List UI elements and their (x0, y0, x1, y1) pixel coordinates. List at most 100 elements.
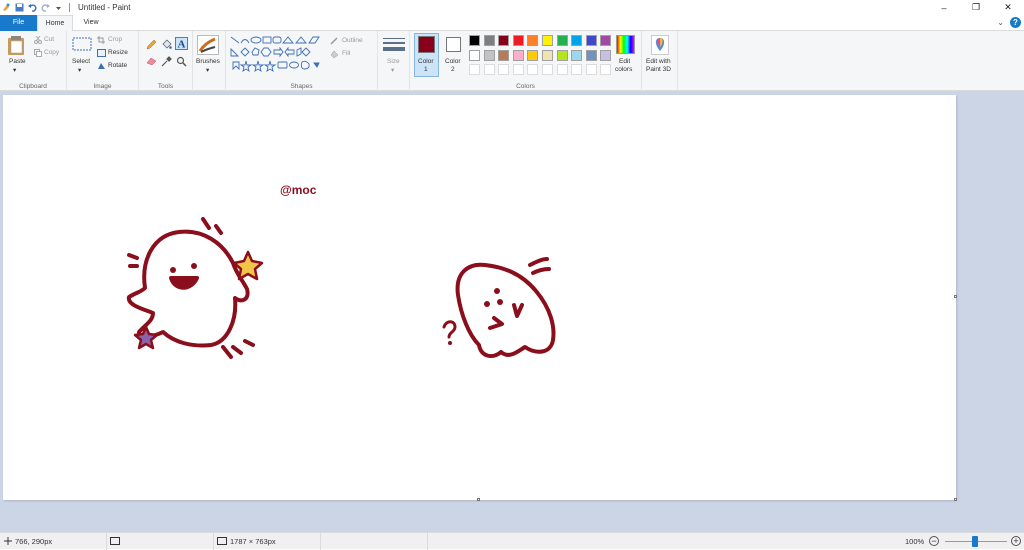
cursor-position: 766, 290px (0, 533, 107, 550)
color1-number: 1 (424, 66, 428, 73)
custom-color-slot[interactable] (585, 64, 597, 75)
zoom-in-button[interactable]: + (1011, 536, 1021, 546)
palette-color-swatch[interactable] (483, 35, 495, 46)
palette-color-swatch[interactable] (571, 35, 583, 46)
palette-color-swatch[interactable] (527, 35, 539, 46)
custom-color-slot[interactable] (498, 64, 510, 75)
collapse-ribbon-icon[interactable]: ⌄ (997, 18, 1004, 27)
pencil-icon[interactable] (146, 39, 157, 52)
custom-color-slot[interactable] (542, 64, 553, 75)
fill-icon[interactable] (330, 50, 339, 60)
outline-button[interactable]: Outline (342, 37, 363, 44)
custom-color-slot[interactable] (483, 64, 495, 75)
tools-group: A Tools (139, 31, 193, 91)
palette-color-swatch[interactable] (600, 35, 612, 46)
palette-color-swatch[interactable] (571, 49, 583, 61)
drawing-canvas[interactable]: @moc (3, 95, 956, 500)
palette-color-swatch[interactable] (527, 49, 539, 61)
custom-color-slot[interactable] (527, 64, 539, 75)
copy-icon[interactable] (34, 49, 42, 59)
palette-color-swatch[interactable] (556, 49, 568, 61)
ghost-2-mouth (488, 316, 504, 330)
edit-colors-icon[interactable] (616, 35, 635, 54)
zoom-slider-thumb[interactable] (972, 536, 978, 547)
tab-home[interactable]: Home (37, 15, 73, 32)
shapes-gallery-icon[interactable] (230, 36, 325, 74)
edit-colors-label-2[interactable]: colors (615, 66, 632, 73)
rotate-button[interactable]: Rotate (108, 62, 127, 69)
edit-colors-label-1[interactable]: Edit (619, 58, 630, 65)
size-dropdown-icon[interactable]: ▾ (391, 66, 394, 74)
undo-icon[interactable] (28, 3, 37, 12)
palette-color-swatch[interactable] (483, 49, 495, 61)
help-icon[interactable]: ? (1010, 17, 1021, 28)
eraser-icon[interactable] (146, 57, 157, 68)
size-icon[interactable] (383, 37, 405, 55)
custom-color-slot[interactable] (600, 64, 612, 75)
ghost-1-dash-5 (221, 345, 233, 359)
crop-button[interactable]: Crop (108, 36, 122, 43)
copy-button[interactable]: Copy (44, 49, 59, 56)
resize-icon[interactable] (97, 49, 106, 59)
paste-button[interactable]: Paste (9, 58, 26, 65)
redo-icon[interactable] (41, 3, 50, 12)
rotate-icon[interactable] (97, 62, 106, 72)
custom-color-slot[interactable] (469, 64, 480, 75)
cut-button[interactable]: Cut (44, 36, 54, 43)
magnifier-icon[interactable] (176, 56, 187, 69)
outline-icon[interactable] (330, 37, 339, 47)
restore-button[interactable]: ❐ (960, 0, 992, 15)
palette-color-swatch[interactable] (512, 49, 524, 61)
paste-dropdown-icon[interactable]: ▾ (13, 66, 16, 74)
clipboard-group: Paste ▾ Cut Copy Clipboard (0, 31, 67, 91)
paste-icon[interactable] (7, 35, 25, 57)
palette-color-swatch[interactable] (585, 35, 597, 46)
palette-color-swatch[interactable] (542, 49, 553, 61)
save-icon[interactable] (15, 3, 24, 12)
colors-group-label: Colors (516, 83, 535, 90)
palette-color-swatch[interactable] (542, 35, 553, 46)
customize-qat-icon[interactable] (54, 3, 63, 12)
text-tool-icon[interactable]: A (175, 37, 188, 52)
tab-file[interactable]: File (0, 15, 37, 31)
paint3d-group: Edit with Paint 3D (642, 31, 678, 91)
color1-swatch[interactable] (418, 36, 435, 53)
brushes-icon[interactable] (197, 35, 219, 57)
palette-color-swatch[interactable] (556, 35, 568, 46)
color2-swatch[interactable] (446, 37, 461, 52)
brushes-button[interactable]: Brushes (196, 58, 220, 65)
edit-with-paint3d-label-2[interactable]: Paint 3D (646, 66, 671, 73)
zoom-out-button[interactable]: − (929, 536, 939, 546)
custom-color-slot[interactable] (512, 64, 524, 75)
color-picker-icon[interactable] (161, 56, 172, 69)
palette-color-swatch[interactable] (585, 49, 597, 61)
palette-color-swatch[interactable] (469, 49, 480, 61)
brushes-dropdown-icon[interactable]: ▾ (206, 66, 209, 74)
ghost-2-outline (455, 262, 556, 359)
custom-color-slot[interactable] (571, 64, 583, 75)
custom-color-slot[interactable] (556, 64, 568, 75)
fill-bucket-icon[interactable] (161, 39, 172, 52)
select-icon[interactable] (72, 37, 92, 53)
resize-handle-bottom[interactable] (477, 498, 480, 501)
edit-with-paint3d-label-1[interactable]: Edit with (646, 58, 671, 65)
palette-color-swatch[interactable] (498, 35, 510, 46)
palette-color-swatch[interactable] (498, 49, 510, 61)
select-dropdown-icon[interactable]: ▾ (78, 66, 81, 74)
resize-handle-corner[interactable] (954, 498, 957, 501)
resize-handle-right[interactable] (954, 295, 957, 298)
palette-color-swatch[interactable] (512, 35, 524, 46)
resize-button[interactable]: Resize (108, 49, 128, 56)
size-button[interactable]: Size (387, 58, 400, 65)
cut-icon[interactable] (34, 35, 42, 46)
paint3d-icon[interactable] (651, 35, 669, 57)
select-button[interactable]: Select (72, 58, 90, 65)
palette-color-swatch[interactable] (469, 35, 480, 46)
crop-icon[interactable] (97, 36, 105, 46)
fill-button[interactable]: Fill (342, 50, 350, 57)
canvas-drawing (126, 217, 556, 359)
minimize-button[interactable]: – (928, 0, 960, 15)
close-button[interactable]: ✕ (992, 0, 1024, 15)
palette-color-swatch[interactable] (600, 49, 612, 61)
tab-view[interactable]: View (73, 15, 109, 31)
